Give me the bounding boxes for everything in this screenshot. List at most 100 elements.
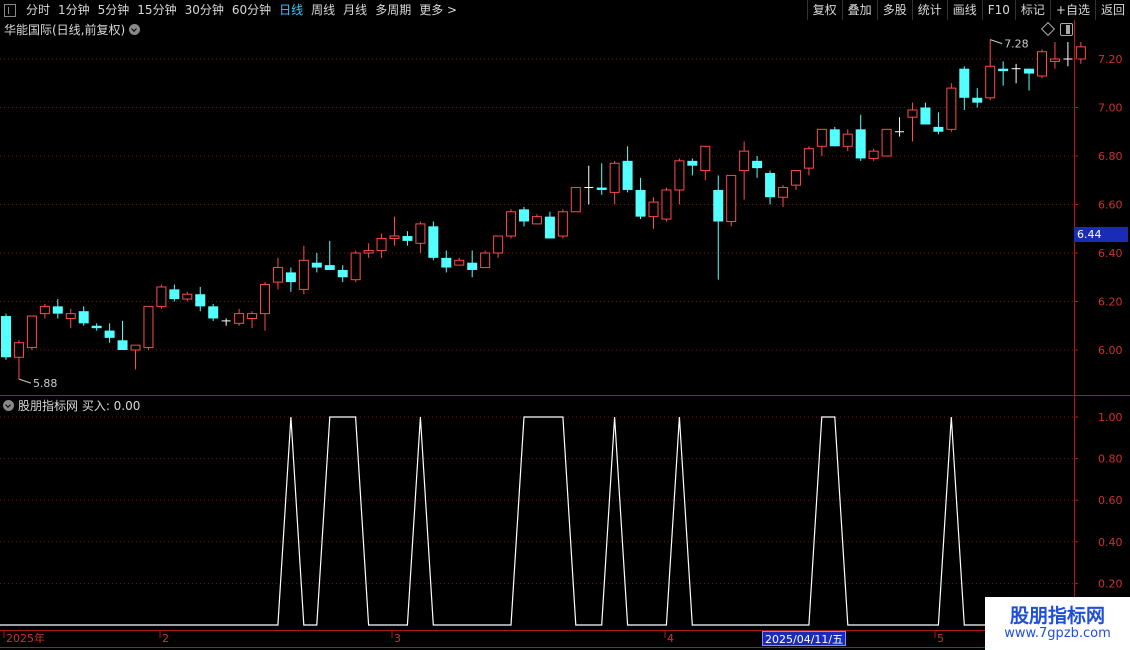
candle-body <box>363 250 374 254</box>
price-tick-label: 7.20 <box>1098 53 1123 66</box>
candle-body <box>648 201 659 218</box>
candle-body <box>622 160 633 190</box>
candle-body <box>920 107 931 125</box>
candle-body <box>635 189 646 217</box>
candle-body <box>726 174 737 222</box>
candle-body <box>454 259 465 266</box>
panel-layout-icon[interactable] <box>1060 23 1073 36</box>
candle-body <box>130 344 141 351</box>
candle-body <box>78 311 89 324</box>
main-panel-header: 华能国际(日线,前复权) <box>0 20 141 38</box>
candle-body <box>998 68 1009 72</box>
price-tick-label: 6.60 <box>1098 199 1123 212</box>
high-marker-arrow <box>990 39 1003 45</box>
low-marker-label: 5.88 <box>33 377 58 390</box>
panel-toggle-icon[interactable] <box>4 3 16 17</box>
price-tick-label: 6.20 <box>1098 296 1123 309</box>
tool-button[interactable]: 统计 <box>911 0 947 20</box>
period-tab[interactable]: 周线 <box>307 0 339 20</box>
candle-body <box>985 65 996 99</box>
kline-chart[interactable]: 6.00 6.20 6.40 6.60 6.80 7.00 7.20 0.20 0.40 0.60… <box>0 0 1130 650</box>
candle-body <box>868 150 879 159</box>
chevron-down-icon[interactable] <box>3 399 14 411</box>
indicator-tick-label: 1.00 <box>1098 411 1123 424</box>
candle-body <box>272 267 283 283</box>
candle-body <box>480 252 491 269</box>
candle-body <box>285 272 296 283</box>
price-tick-label: 6.40 <box>1098 247 1123 260</box>
candle-body <box>39 305 50 315</box>
indicator-tick-label: 0.60 <box>1098 494 1123 507</box>
tool-button[interactable]: 复权 <box>806 0 842 20</box>
candle-body <box>907 109 918 118</box>
candle-body <box>234 313 245 324</box>
candle-body <box>376 237 387 252</box>
tool-button[interactable]: 返回 <box>1094 0 1130 20</box>
candle-body <box>946 87 957 130</box>
candle-body <box>428 226 439 258</box>
period-tab[interactable]: 5分钟 <box>94 0 134 20</box>
candle-body <box>1037 51 1047 77</box>
candle-body <box>674 160 685 191</box>
price-tick-label: 7.00 <box>1098 102 1123 115</box>
indicator-tick-label: 0.20 <box>1098 577 1123 590</box>
candle-body <box>959 68 970 98</box>
candle-body <box>65 313 76 319</box>
indicator-tick-label: 0.40 <box>1098 536 1123 549</box>
tool-button[interactable]: F10 <box>981 0 1015 20</box>
chevron-down-icon[interactable] <box>129 23 141 35</box>
period-tabs: 分时 1分钟 5分钟 15分钟 30分钟 60分钟 日线 周线 月线 多周期 更多 > <box>0 0 461 20</box>
candle-body <box>596 187 607 190</box>
tool-button[interactable]: +自选 <box>1049 0 1095 20</box>
cursor-date-badge: 2025/04/11/五 <box>762 631 847 646</box>
candle-body <box>557 211 568 237</box>
tool-button[interactable]: 画线 <box>946 0 982 20</box>
period-tab[interactable]: 日线 <box>275 0 307 20</box>
watermark-url: www.7gpzb.com <box>1004 626 1111 641</box>
date-tick-label: 3 <box>394 632 401 645</box>
candle-body <box>1075 46 1086 60</box>
candle-body <box>687 160 698 166</box>
period-tab[interactable]: 多周期 <box>371 0 415 20</box>
candle-body <box>713 189 724 222</box>
candle-body <box>803 148 814 169</box>
candle-body <box>117 340 128 350</box>
candle-body <box>752 160 763 169</box>
candle-body <box>337 269 348 278</box>
extreme-markers: 7.28 5.88 <box>18 38 1029 390</box>
candle-body <box>855 129 866 159</box>
period-tab[interactable]: 1分钟 <box>54 0 94 20</box>
candle-body <box>1024 68 1035 74</box>
period-tab[interactable]: 15分钟 <box>133 0 180 20</box>
period-tab[interactable]: 更多 > <box>415 0 461 20</box>
indicator-header: 股朋指标网 买入: 0.00 <box>0 397 140 413</box>
candle-body <box>26 315 37 349</box>
price-tick-label: 6.00 <box>1098 344 1123 357</box>
price-axis-labels: 6.00 6.20 6.40 6.60 6.80 7.00 7.20 0.20 0.40 0.60… <box>1074 53 1123 590</box>
candle-body <box>739 150 750 172</box>
tool-button[interactable]: 标记 <box>1014 0 1050 20</box>
candle-body <box>311 262 322 268</box>
period-tab[interactable]: 月线 <box>339 0 371 20</box>
high-marker-label: 7.28 <box>1004 38 1028 51</box>
date-tick-label: 2 <box>162 632 169 645</box>
indicator-tick-label: 0.80 <box>1098 453 1123 466</box>
tool-button[interactable]: 多股 <box>876 0 912 20</box>
period-tab[interactable]: 分时 <box>22 0 54 20</box>
candle-body <box>778 187 788 198</box>
candle-body <box>441 257 452 268</box>
date-tick-label: 5 <box>937 632 944 645</box>
candle-body <box>493 235 504 254</box>
candle-body <box>104 330 115 338</box>
candle-body <box>156 286 167 307</box>
candles <box>1 39 1086 380</box>
watermark-logo: 股朋指标网 www.7gpzb.com <box>985 597 1130 650</box>
candle-body <box>816 128 827 147</box>
candle-body <box>402 236 413 241</box>
diamond-icon[interactable] <box>1040 21 1056 37</box>
tool-button[interactable]: 叠加 <box>841 0 877 20</box>
period-tab[interactable]: 30分钟 <box>181 0 228 20</box>
toolbar: 分时 1分钟 5分钟 15分钟 30分钟 60分钟 日线 周线 月线 多周期 更多 > 复权 叠加 多股… <box>0 0 1130 20</box>
period-tab[interactable]: 60分钟 <box>228 0 275 20</box>
candle-body <box>52 306 63 314</box>
